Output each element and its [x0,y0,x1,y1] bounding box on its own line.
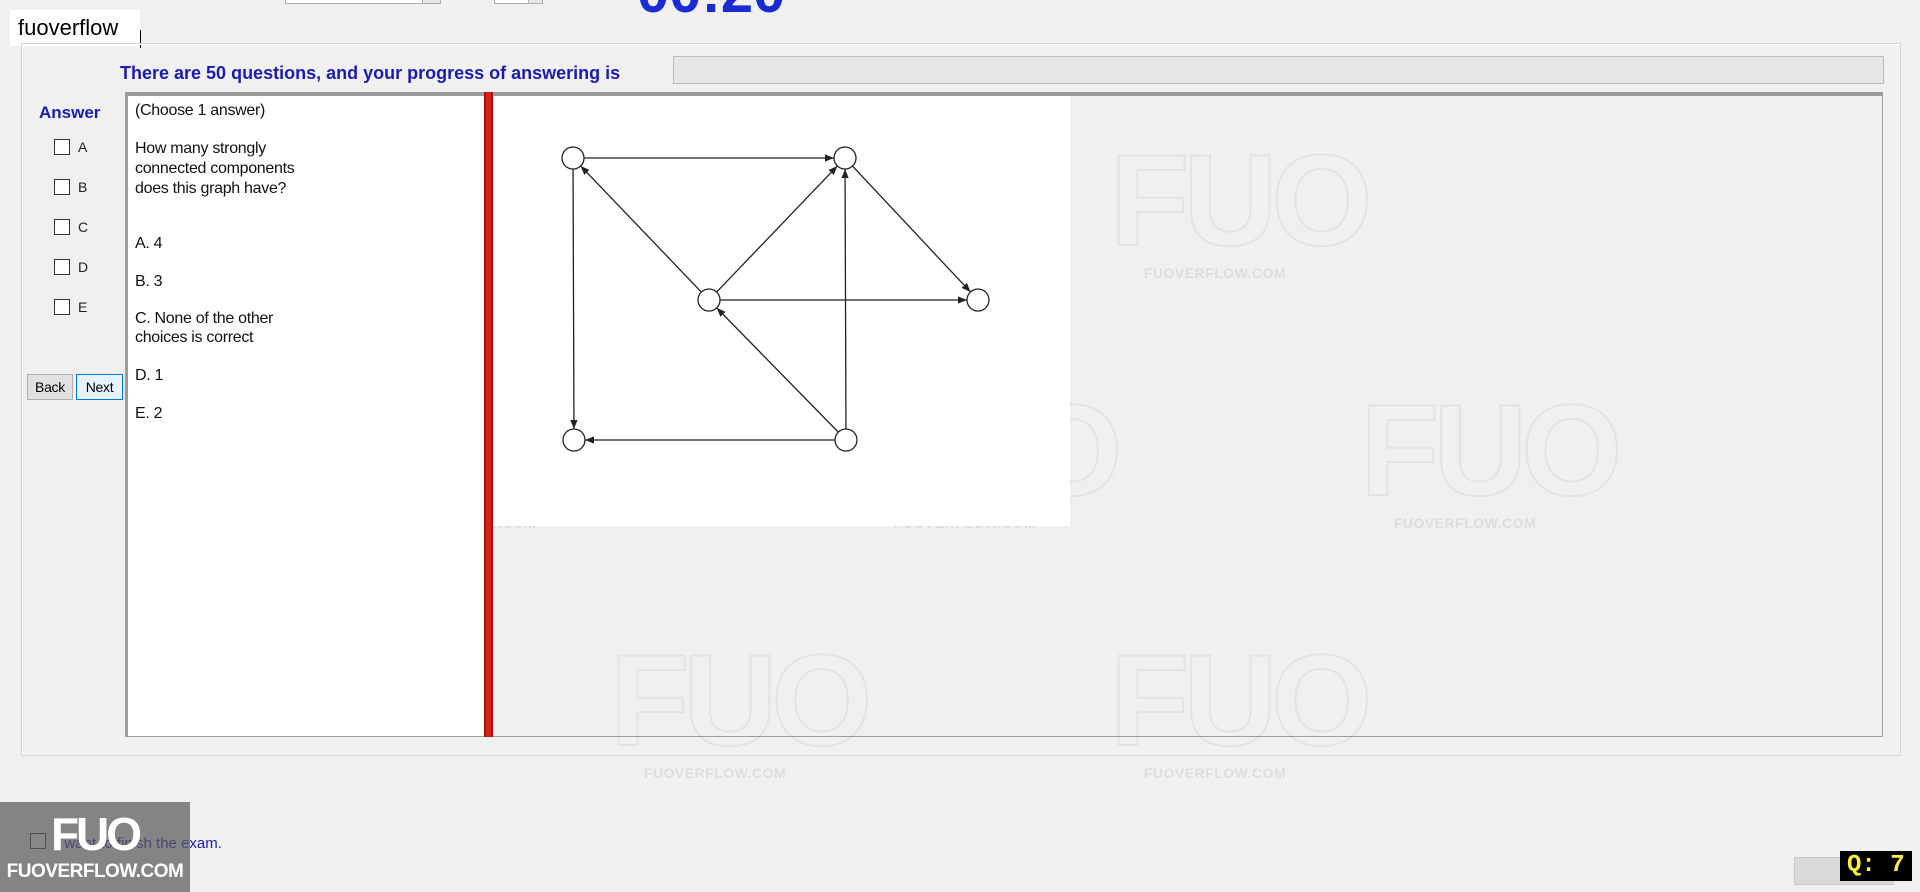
choice-c-text-cont: choices is correct [135,329,254,346]
question-text-pane[interactable]: (Choose 1 answer) How many strongly conn… [128,96,484,736]
question-stem-line: How many strongly [135,140,266,157]
option-a-checkbox[interactable] [54,139,70,155]
graph-edge-n6-n2 [841,168,849,430]
choice-a-text: A. 4 [135,235,163,252]
option-c[interactable]: C [54,217,88,237]
logo-site: FUOVERFLOW.COM [6,861,184,882]
question-figure [493,96,1070,526]
answer-heading: Answer [39,103,101,122]
font-size-spinner[interactable] [494,0,543,4]
option-d[interactable]: D [54,257,88,277]
chevron-down-icon[interactable] [422,0,440,3]
spin-arrows-icon[interactable] [528,0,542,3]
choice-c-text: C. None of the other [135,310,274,327]
exam-timer: 00:20 [637,0,785,22]
graph-node-n4 [966,288,990,312]
choice-d-text: D. 1 [135,367,164,384]
option-c-checkbox[interactable] [54,219,70,235]
student-name: fuoverflow [18,15,119,40]
graph-node-n5 [562,428,586,452]
next-button[interactable]: Next [76,374,123,400]
option-e[interactable]: E [54,297,87,317]
option-e-label: E [78,299,88,315]
option-e-checkbox[interactable] [54,299,70,315]
option-a-label: A [78,139,88,155]
option-a[interactable]: A [54,137,87,157]
graph-edge-n2-n4 [852,165,971,293]
graph-node-n1 [561,146,585,170]
student-name-field: fuoverflow [10,10,141,48]
answer-progress-bar [673,56,1884,84]
graph-edge-n3-n1 [580,165,702,293]
graph-edge-n3-n2 [716,165,838,293]
question-stem-line: does this graph have? [135,180,287,197]
question-counter: Q: 7 [1840,851,1912,881]
fuoverflow-logo: FUO FUOVERFLOW.COM [0,802,190,892]
choice-e-text: E. 2 [135,405,163,422]
back-button[interactable]: Back [27,374,73,400]
option-c-label: C [78,219,89,235]
graph-edge-n1-n5 [570,168,578,430]
directed-graph [561,146,990,452]
option-b-label: B [78,179,88,195]
pane-splitter[interactable] [484,92,493,737]
option-d-checkbox[interactable] [54,259,70,275]
choice-b-text: B. 3 [135,273,163,290]
graph-node-n3 [697,288,721,312]
option-d-label: D [78,259,89,275]
question-instruction: (Choose 1 answer) [135,102,266,119]
question-stem-line: connected components [135,160,295,177]
logo-text: FUO [50,808,142,860]
graph-node-n6 [834,428,858,452]
graph-node-n2 [833,146,857,170]
exam-code-combo[interactable] [285,0,441,4]
graph-edge-n6-n3 [716,307,839,433]
progress-label: There are 50 questions, and your progres… [120,63,621,83]
option-b[interactable]: B [54,177,87,197]
option-b-checkbox[interactable] [54,179,70,195]
